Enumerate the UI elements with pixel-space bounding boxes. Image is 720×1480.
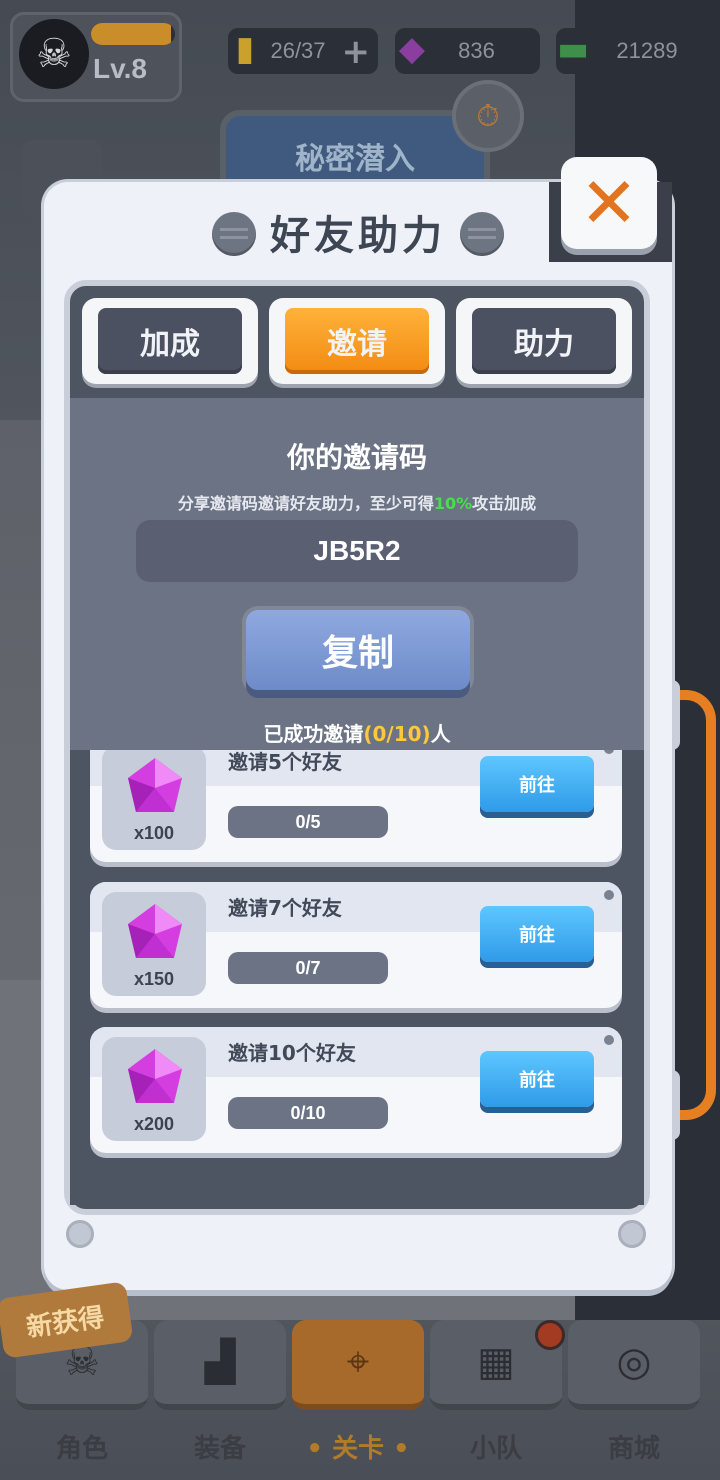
invite-subtitle: 分享邀请码邀请好友助力，至少可得10%攻击加成 <box>70 490 644 514</box>
reward-gem-box: x200 <box>102 1037 206 1141</box>
battery-icon: ▮ <box>235 29 255 69</box>
invite-code-title: 你的邀请码 <box>286 441 427 474</box>
tab-bonus-label: 加成 <box>98 308 242 374</box>
gem-icon <box>128 1049 182 1103</box>
task-progress: 0/5 <box>228 806 388 838</box>
reward-quantity: x100 <box>133 823 175 843</box>
list-item: x100 邀请5个好友 0/5 前往 <box>90 750 622 862</box>
xp-bar-fill <box>91 23 171 45</box>
reward-quantity: x200 <box>133 1114 175 1134</box>
list-item: x200 邀请10个好友 0/10 前往 <box>90 1027 622 1153</box>
reward-gem-box: x100 <box>102 750 206 850</box>
nav-equipment-label: 装备 <box>193 1434 246 1464</box>
modal-title: 好友助力 <box>270 213 446 259</box>
player-profile[interactable]: ☠ Lv.8 <box>10 12 182 102</box>
task-title: 邀请7个好友 <box>228 896 342 920</box>
modal-panel: 加成 邀请 助力 你的邀请码 分享邀请码邀请好友助力，至少可得10%攻击加成 J… <box>64 280 650 1215</box>
bolt-left-icon <box>66 1220 94 1248</box>
map-pin-icon: ⌖ <box>346 1339 370 1385</box>
gem-icon: ◆ <box>398 29 426 69</box>
gem-icon <box>128 758 182 812</box>
mission-title: 秘密潜入 <box>295 142 415 177</box>
invite-bonus-percent: 10% <box>433 494 473 513</box>
nav-stage-label: • 关卡 • <box>306 1434 410 1464</box>
nav-equipment-button[interactable]: ▟ <box>154 1320 286 1410</box>
close-x-icon: ✕ <box>579 162 639 244</box>
cash-counter: ▬ 21289 <box>556 28 716 74</box>
go-button[interactable]: 前往 <box>480 906 594 962</box>
invite-code-field[interactable]: JB5R2 <box>136 520 578 582</box>
tab-bar: 加成 邀请 助力 <box>82 298 632 388</box>
task-progress: 0/10 <box>228 1097 388 1129</box>
modal-side-handle <box>670 690 716 1120</box>
nav-squad-label: 小队 <box>469 1434 522 1464</box>
invited-text: 已成功邀请 <box>263 722 364 746</box>
nav-shop-label: 商城 <box>607 1434 660 1464</box>
gem-icon <box>128 904 182 958</box>
nav-shop-button[interactable]: ◎ <box>568 1320 700 1410</box>
list-item: x150 邀请7个好友 0/7 前往 <box>90 882 622 1008</box>
nav-stage-button[interactable]: ⌖ <box>292 1320 424 1410</box>
invited-count: 已成功邀请(0/10)人 <box>70 718 644 747</box>
header-rivet-right-icon <box>460 212 504 256</box>
gem-counter: ◆ 836 <box>395 28 540 74</box>
friend-assist-modal: 好友助力 加成 邀请 助力 你的邀请码 分享邀请码邀请好友助力，至少可得10%攻… <box>44 182 672 1290</box>
go-button[interactable]: 前往 <box>480 1051 594 1107</box>
notification-dot <box>535 1320 565 1350</box>
squad-icon: ▦ <box>477 1339 515 1385</box>
tab-assist[interactable]: 助力 <box>456 298 632 384</box>
invite-section: 你的邀请码 分享邀请码邀请好友助力，至少可得10%攻击加成 JB5R2 复制 已… <box>70 398 644 750</box>
tab-invite-label: 邀请 <box>285 308 429 374</box>
gun-icon: ▟ <box>204 1339 236 1385</box>
xp-bar <box>91 23 175 45</box>
reward-gem-box: x150 <box>102 892 206 996</box>
invited-suffix: 人 <box>430 722 451 746</box>
tab-invite[interactable]: 邀请 <box>269 298 445 384</box>
shop-icon: ◎ <box>616 1339 652 1385</box>
tab-bonus[interactable]: 加成 <box>82 298 258 384</box>
go-button[interactable]: 前往 <box>480 756 594 812</box>
task-dot-icon <box>604 1035 614 1045</box>
energy-counter: ▮ 26/37 + <box>228 28 378 74</box>
invite-subtitle-text: 分享邀请码邀请好友助力，至少可得 <box>177 494 434 513</box>
invited-count-value: (0/10) <box>363 722 431 746</box>
task-title: 邀请10个好友 <box>228 1041 356 1065</box>
close-button[interactable]: ✕ <box>561 157 657 249</box>
reward-task-list[interactable]: x100 邀请5个好友 0/5 前往 x150 邀请7个好友 0/7 前往 x2… <box>70 750 644 1205</box>
task-progress: 0/7 <box>228 952 388 984</box>
top-hud: ☠ Lv.8 ▮ 26/37 + ◆ 836 ▬ 21289 <box>0 10 720 102</box>
invite-subtitle-suffix: 攻击加成 <box>472 494 537 513</box>
skull-avatar-icon: ☠ <box>19 19 89 89</box>
bolt-right-icon <box>618 1220 646 1248</box>
nav-role-label: 角色 <box>55 1434 108 1464</box>
reward-quantity: x150 <box>133 969 175 989</box>
header-rivet-left-icon <box>212 212 256 256</box>
timer-gun-icon[interactable]: ⏱ <box>452 80 524 152</box>
cash-icon: ▬ <box>556 29 590 69</box>
task-dot-icon <box>604 890 614 900</box>
task-title: 邀请5个好友 <box>228 750 342 774</box>
add-energy-plus-icon[interactable]: + <box>342 32 371 72</box>
tab-assist-label: 助力 <box>472 308 616 374</box>
player-level: Lv.8 <box>93 53 147 84</box>
copy-button[interactable]: 复制 <box>246 610 470 690</box>
